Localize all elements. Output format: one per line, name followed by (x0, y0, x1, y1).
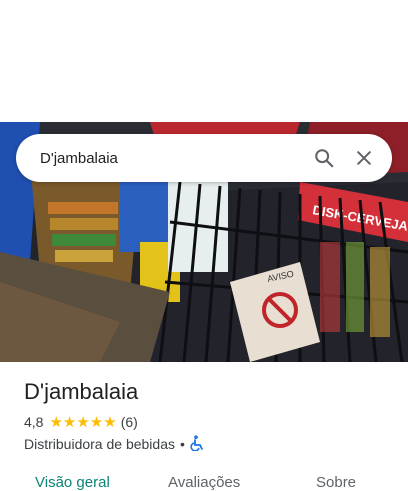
tab-about[interactable]: Sobre (316, 474, 356, 491)
review-count: (6) (120, 414, 138, 430)
search-icon[interactable] (304, 134, 344, 182)
tab-overview[interactable]: Visão geral (35, 474, 110, 491)
search-bar[interactable]: D'jambalaia (16, 134, 392, 182)
close-icon[interactable] (344, 134, 384, 182)
place-info: D'jambalaia 4,8 ★★★★★ (6) Distribuidora … (24, 378, 392, 454)
top-blank-area (0, 0, 408, 122)
search-input[interactable]: D'jambalaia (16, 150, 304, 167)
separator-dot: • (179, 436, 185, 452)
rating-row[interactable]: 4,8 ★★★★★ (6) (24, 412, 392, 432)
rating-value: 4,8 (24, 414, 44, 430)
place-category: Distribuidora de bebidas (24, 436, 175, 452)
place-tabs: Visão geral Avaliações Sobre (0, 466, 408, 491)
rating-stars: ★★★★★ (49, 414, 117, 431)
wheelchair-icon (190, 434, 204, 454)
category-row: Distribuidora de bebidas • (24, 434, 392, 454)
place-title: D'jambalaia (24, 379, 139, 404)
tab-reviews[interactable]: Avaliações (168, 474, 240, 491)
